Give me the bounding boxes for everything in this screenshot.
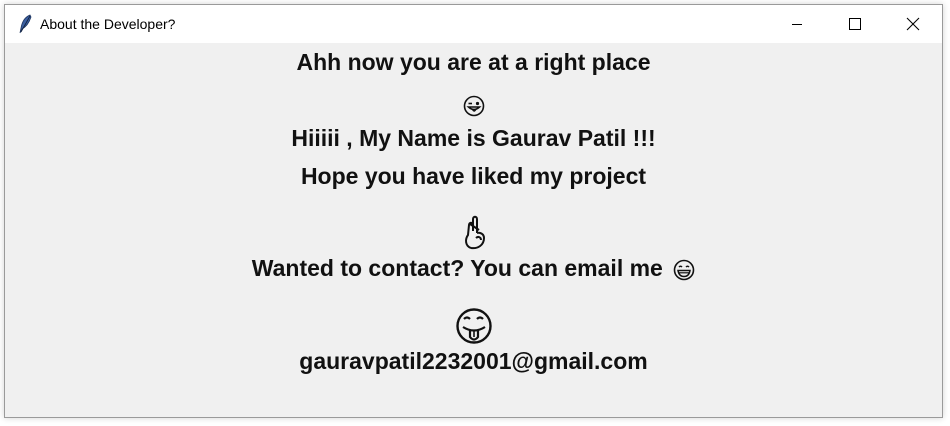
- email-address[interactable]: gauravpatil2232001@gmail.com: [5, 348, 942, 375]
- project-message: Hope you have liked my project: [300, 163, 647, 189]
- minimize-button[interactable]: [768, 5, 826, 43]
- close-icon: [906, 17, 920, 31]
- window-title: About the Developer?: [40, 16, 176, 32]
- contact-text: Wanted to contact? You can email me: [251, 255, 663, 281]
- crossed-fingers-icon: [465, 215, 486, 250]
- feather-icon: [19, 14, 32, 34]
- minimize-icon: [792, 24, 802, 25]
- grinning-face-icon: [673, 259, 695, 281]
- about-developer-window: About the Developer? Ahh now you are at …: [4, 4, 943, 418]
- name-intro: Hiiiii , My Name is Gaurav Patil !!!: [291, 125, 656, 151]
- close-button[interactable]: [884, 5, 942, 43]
- title-bar[interactable]: About the Developer?: [5, 5, 942, 43]
- tongue-out-winking-face-icon: [463, 95, 485, 117]
- tongue-out-face-icon: [456, 308, 492, 344]
- maximize-button[interactable]: [826, 5, 884, 43]
- maximize-icon: [849, 18, 861, 30]
- content-area: Ahh now you are at a right place Hiiiii …: [5, 43, 942, 417]
- intro-heading: Ahh now you are at a right place: [296, 49, 651, 75]
- contact-line: Wanted to contact? You can email me: [5, 255, 942, 282]
